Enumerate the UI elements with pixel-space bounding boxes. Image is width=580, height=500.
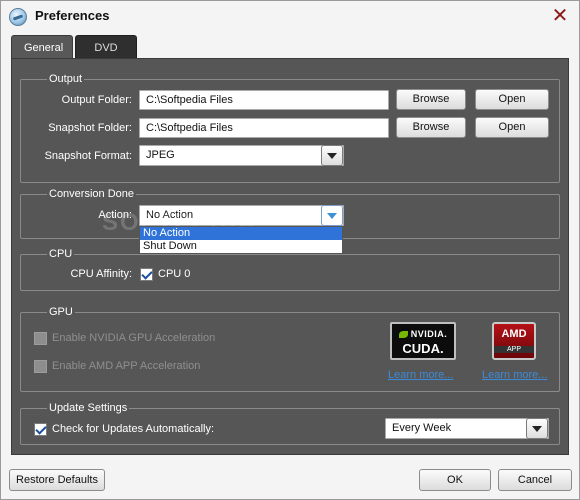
nvidia-cuda-logo: NVIDIA. CUDA. — [390, 322, 456, 360]
nvidia-acceleration-checkbox[interactable] — [34, 332, 47, 345]
restore-defaults-button[interactable]: Restore Defaults — [9, 469, 105, 491]
chevron-down-icon[interactable] — [526, 418, 548, 439]
general-panel: Output Output Folder: C:\Softpedia Files… — [11, 58, 569, 455]
update-group-title: Update Settings — [47, 401, 130, 415]
action-dropdown-list: No Action Shut Down — [139, 226, 343, 254]
gpu-group: GPU — [20, 305, 560, 392]
snapshot-folder-label: Snapshot Folder: — [48, 122, 132, 134]
update-frequency-value: Every Week — [392, 422, 452, 434]
amd-learn-more-link[interactable]: Learn more... — [482, 369, 547, 381]
tab-general[interactable]: General — [11, 35, 73, 59]
title-bar: Preferences ✕ — [1, 1, 579, 33]
snapshot-browse-button[interactable]: Browse — [396, 117, 466, 138]
snapshot-format-select[interactable]: JPEG — [139, 145, 344, 166]
amd-logo-product: APP — [494, 346, 534, 353]
nvidia-logo-product: CUDA. — [402, 341, 444, 356]
snapshot-format-value: JPEG — [146, 149, 175, 161]
action-label: Action: — [98, 209, 132, 221]
ok-button[interactable]: OK — [419, 469, 491, 491]
output-group-title: Output — [47, 72, 85, 86]
amd-acceleration-checkbox[interactable] — [34, 360, 47, 373]
output-folder-field[interactable]: C:\Softpedia Files — [139, 90, 389, 110]
check-updates-label: Check for Updates Automatically: — [52, 423, 215, 435]
output-browse-button[interactable]: Browse — [396, 89, 466, 110]
nvidia-learn-more-link[interactable]: Learn more... — [388, 369, 453, 381]
update-frequency-select[interactable]: Every Week — [385, 418, 549, 439]
output-open-button[interactable]: Open — [475, 89, 549, 110]
chevron-down-icon[interactable] — [321, 205, 343, 226]
cancel-button[interactable]: Cancel — [498, 469, 572, 491]
conversion-group-title: Conversion Done — [47, 187, 136, 201]
action-value: No Action — [146, 209, 194, 221]
app-globe-icon — [9, 8, 27, 26]
gpu-group-title: GPU — [47, 305, 75, 319]
snapshot-folder-field[interactable]: C:\Softpedia Files — [139, 118, 389, 138]
action-option-no-action[interactable]: No Action — [140, 227, 342, 240]
cpu0-checkbox[interactable] — [140, 268, 153, 281]
close-icon[interactable]: ✕ — [551, 6, 569, 26]
nvidia-acceleration-label: Enable NVIDIA GPU Acceleration — [52, 332, 216, 344]
output-folder-label: Output Folder: — [61, 94, 132, 106]
cpu0-label: CPU 0 — [158, 268, 191, 280]
preferences-window: Preferences ✕ General DVD Output Output … — [0, 0, 580, 500]
amd-app-logo: AMD APP — [492, 322, 536, 360]
cpu-affinity-label: CPU Affinity: — [70, 268, 132, 280]
tab-dvd[interactable]: DVD — [75, 35, 137, 59]
amd-logo-brand: AMD — [501, 328, 527, 340]
action-select[interactable]: No Action — [139, 205, 344, 226]
check-updates-checkbox[interactable] — [34, 423, 47, 436]
snapshot-open-button[interactable]: Open — [475, 117, 549, 138]
nvidia-logo-brand: NVIDIA. — [392, 329, 454, 339]
cpu-group-title: CPU — [47, 247, 75, 261]
chevron-down-icon[interactable] — [321, 145, 343, 166]
amd-acceleration-label: Enable AMD APP Acceleration — [52, 360, 201, 372]
snapshot-format-label: Snapshot Format: — [44, 150, 132, 162]
window-title: Preferences — [35, 8, 110, 23]
action-option-shut-down[interactable]: Shut Down — [140, 240, 342, 253]
